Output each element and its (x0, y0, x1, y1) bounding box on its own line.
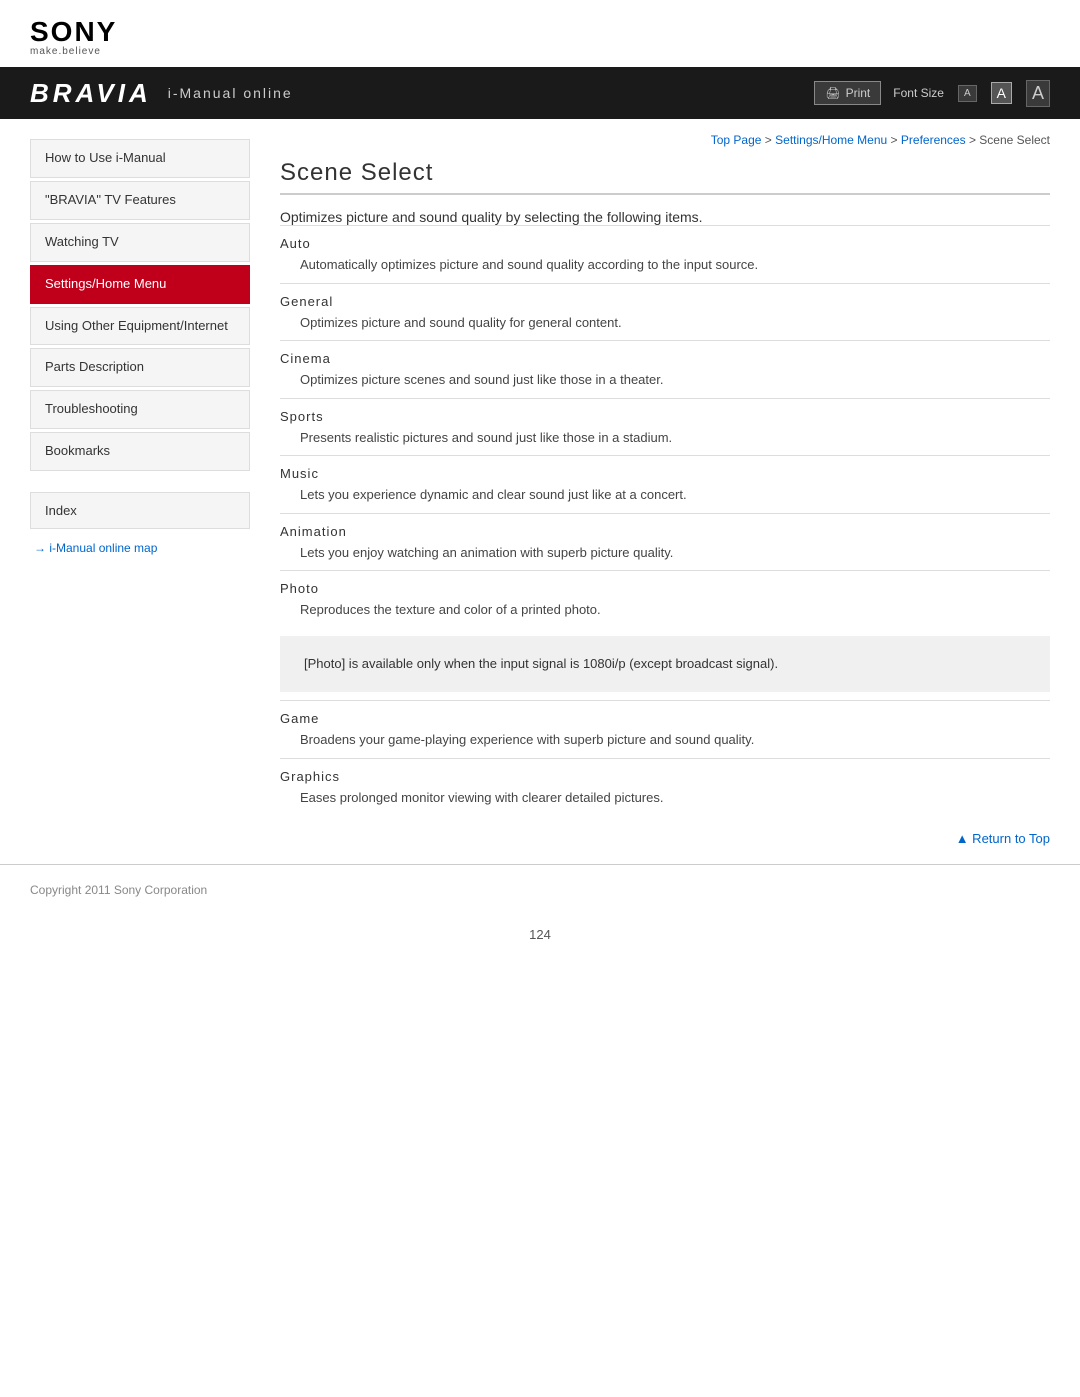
scene-animation-title: Animation (280, 524, 1050, 539)
scene-auto: Auto Automatically optimizes picture and… (280, 225, 1050, 283)
top-bar: SONY make.believe (0, 0, 1080, 67)
scene-graphics-desc: Eases prolonged monitor viewing with cle… (280, 788, 1050, 808)
bravia-left: BRAVIA i-Manual online (30, 78, 293, 109)
font-size-label: Font Size (893, 86, 944, 100)
breadcrumb-preferences[interactable]: Preferences (901, 133, 966, 147)
breadcrumb-sep2: > (891, 133, 901, 147)
scene-general: General Optimizes picture and sound qual… (280, 283, 1050, 341)
sidebar-item-parts-description[interactable]: Parts Description (30, 348, 250, 387)
sidebar-map-link[interactable]: i-Manual online map (30, 541, 250, 555)
scene-sports-desc: Presents realistic pictures and sound ju… (280, 428, 1050, 448)
scene-photo-title: Photo (280, 581, 1050, 596)
bravia-subtitle: i-Manual online (168, 85, 293, 101)
sidebar-item-bookmarks[interactable]: Bookmarks (30, 432, 250, 471)
return-top-link[interactable]: ▲ Return to Top (956, 831, 1050, 846)
scene-photo: Photo Reproduces the texture and color o… (280, 570, 1050, 628)
note-box: [Photo] is available only when the input… (280, 636, 1050, 693)
copyright: Copyright 2011 Sony Corporation (30, 883, 207, 897)
scene-game-title: Game (280, 711, 1050, 726)
font-large-button[interactable]: A (1026, 80, 1050, 107)
scene-auto-title: Auto (280, 236, 1050, 251)
sidebar-item-using-other[interactable]: Using Other Equipment/Internet (30, 307, 250, 346)
breadcrumb-sep1: > (765, 133, 775, 147)
sidebar-item-watching-tv[interactable]: Watching TV (30, 223, 250, 262)
scene-cinema-title: Cinema (280, 351, 1050, 366)
sony-tagline: make.believe (30, 46, 101, 57)
scene-cinema: Cinema Optimizes picture scenes and soun… (280, 340, 1050, 398)
scene-graphics-title: Graphics (280, 769, 1050, 784)
scene-photo-desc: Reproduces the texture and color of a pr… (280, 600, 1050, 620)
sony-logo: SONY make.believe (30, 18, 1050, 57)
bravia-header-bar: BRAVIA i-Manual online 🖨 Print Font Size… (0, 67, 1080, 119)
print-button[interactable]: 🖨 Print (814, 81, 881, 105)
breadcrumb-sep3: > (969, 133, 979, 147)
font-medium-button[interactable]: A (991, 82, 1012, 104)
page-number: 124 (0, 913, 1080, 962)
print-label: Print (846, 86, 871, 100)
footer: Copyright 2011 Sony Corporation (0, 864, 1080, 913)
scene-cinema-desc: Optimizes picture scenes and sound just … (280, 370, 1050, 390)
scene-music: Music Lets you experience dynamic and cl… (280, 455, 1050, 513)
page-title: Scene Select (280, 159, 1050, 187)
main-container: How to Use i-Manual "BRAVIA" TV Features… (0, 119, 1080, 854)
scene-music-desc: Lets you experience dynamic and clear so… (280, 485, 1050, 505)
scene-sports: Sports Presents realistic pictures and s… (280, 398, 1050, 456)
breadcrumb-current: Scene Select (979, 133, 1050, 147)
return-to-top: ▲ Return to Top (280, 831, 1050, 846)
scene-sports-title: Sports (280, 409, 1050, 424)
note-text: [Photo] is available only when the input… (304, 656, 778, 671)
scene-general-desc: Optimizes picture and sound quality for … (280, 313, 1050, 333)
breadcrumb-top-page[interactable]: Top Page (711, 133, 762, 147)
sidebar-item-settings-home[interactable]: Settings/Home Menu (30, 265, 250, 304)
scene-animation: Animation Lets you enjoy watching an ani… (280, 513, 1050, 571)
content: Scene Select Optimizes picture and sound… (280, 159, 1050, 846)
content-area: Top Page > Settings/Home Menu > Preferen… (280, 119, 1050, 854)
sidebar-item-how-to-use[interactable]: How to Use i-Manual (30, 139, 250, 178)
sony-brand: SONY (30, 18, 117, 46)
bravia-logo: BRAVIA (30, 78, 152, 109)
title-divider (280, 193, 1050, 195)
font-small-button[interactable]: A (958, 85, 977, 102)
sidebar: How to Use i-Manual "BRAVIA" TV Features… (30, 139, 250, 854)
breadcrumb: Top Page > Settings/Home Menu > Preferen… (280, 119, 1050, 155)
scene-game-desc: Broadens your game-playing experience wi… (280, 730, 1050, 750)
sidebar-item-troubleshooting[interactable]: Troubleshooting (30, 390, 250, 429)
scene-animation-desc: Lets you enjoy watching an animation wit… (280, 543, 1050, 563)
scene-music-title: Music (280, 466, 1050, 481)
scene-game: Game Broadens your game-playing experien… (280, 700, 1050, 758)
scene-graphics: Graphics Eases prolonged monitor viewing… (280, 758, 1050, 816)
scene-general-title: General (280, 294, 1050, 309)
scene-auto-desc: Automatically optimizes picture and soun… (280, 255, 1050, 275)
print-icon: 🖨 (825, 86, 840, 100)
bravia-right: 🖨 Print Font Size A A A (814, 80, 1050, 107)
sidebar-item-bravia-features[interactable]: "BRAVIA" TV Features (30, 181, 250, 220)
intro-text: Optimizes picture and sound quality by s… (280, 209, 1050, 225)
breadcrumb-settings[interactable]: Settings/Home Menu (775, 133, 887, 147)
sidebar-item-index[interactable]: Index (30, 492, 250, 529)
